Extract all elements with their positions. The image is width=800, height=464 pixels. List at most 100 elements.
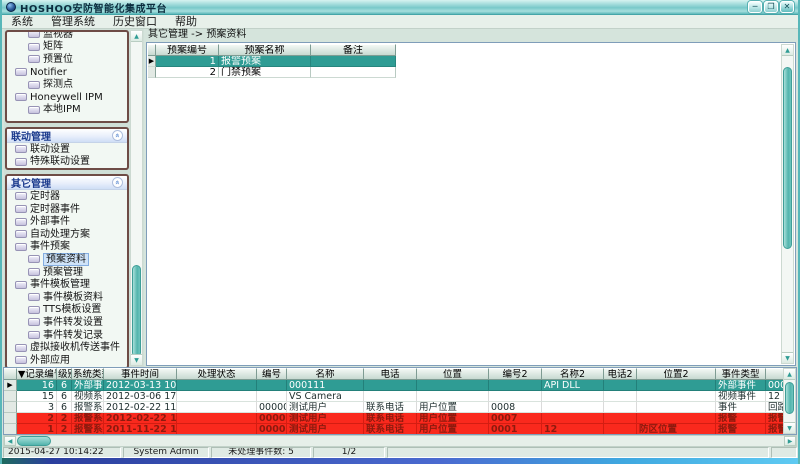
event-row[interactable]: 12报警系统2011-11-22 18:00:2700000003测试用户联系电… xyxy=(4,424,796,435)
scrollbar-thumb[interactable] xyxy=(783,67,792,249)
menu-item-帮助[interactable]: 帮助 xyxy=(166,15,206,29)
sidebar-item-label: 虚拟接收机传送事件 xyxy=(30,342,120,353)
table-cell: 6 xyxy=(57,402,72,413)
scroll-down-icon[interactable]: ▼ xyxy=(782,352,793,363)
column-header[interactable]: 位置 xyxy=(417,368,489,380)
menu-item-历史窗口[interactable]: 历史窗口 xyxy=(104,15,166,29)
column-header[interactable]: 系统类型 xyxy=(72,368,104,380)
folder-icon xyxy=(28,318,40,326)
scroll-left-icon[interactable]: ◀ xyxy=(4,436,16,446)
sidebar-item[interactable]: 外部事件 xyxy=(7,215,127,228)
column-header[interactable]: 级别 xyxy=(57,368,72,380)
column-header[interactable]: 预案名称 xyxy=(219,44,311,56)
app-icon[interactable] xyxy=(6,2,16,12)
scrollbar-thumb[interactable] xyxy=(785,382,794,414)
sidebar-item-label: Honeywell IPM xyxy=(30,92,103,103)
scrollbar-thumb[interactable] xyxy=(17,436,51,446)
sidebar-item[interactable]: TTS模板设置 xyxy=(7,304,127,317)
sidebar-item[interactable]: 定时器 xyxy=(7,190,127,203)
sidebar-item[interactable]: 事件预案 xyxy=(7,241,127,254)
close-button[interactable]: ✕ xyxy=(780,1,794,13)
sidebar-item-label: 自动处理方案 xyxy=(30,229,90,240)
event-row[interactable]: 22报警系统2012-02-22 11:26:0200000002测试用户联系电… xyxy=(4,413,796,424)
sidebar-item[interactable]: 事件模板管理 xyxy=(7,278,127,291)
minimize-button[interactable]: ─ xyxy=(748,1,762,13)
event-grid: ▼记录编号级别系统类型事件时间处理状态编号名称电话位置编号2名称2电话2位置2事… xyxy=(3,367,797,435)
main-scrollbar[interactable]: ▲ ▼ xyxy=(781,44,794,364)
column-header[interactable]: 事件时间 xyxy=(104,368,177,380)
folder-icon xyxy=(15,218,27,226)
plan-table-row[interactable]: ▶1报警预案 xyxy=(148,56,396,67)
column-header[interactable]: 名称2 xyxy=(542,368,604,380)
horizontal-scrollbar[interactable]: ◀ ▶ xyxy=(3,435,797,447)
column-header[interactable]: ▼记录编号 xyxy=(17,368,57,380)
menu-item-管理系统[interactable]: 管理系统 xyxy=(42,15,104,29)
status-spacer xyxy=(387,447,769,458)
sidebar-item[interactable]: 联动设置 xyxy=(7,143,127,156)
scroll-up-icon[interactable]: ▲ xyxy=(131,31,142,42)
collapse-icon[interactable]: « xyxy=(112,130,123,141)
table-cell xyxy=(637,402,716,413)
table-cell xyxy=(542,413,604,424)
folder-icon xyxy=(28,43,40,51)
sidebar-scrollbar[interactable]: ▲ ▼ xyxy=(130,30,143,366)
scroll-up-icon[interactable]: ▲ xyxy=(784,369,795,380)
scroll-up-icon[interactable]: ▲ xyxy=(782,45,793,56)
column-header[interactable]: 编号 xyxy=(257,368,287,380)
sidebar-item[interactable]: 探测点 xyxy=(7,78,127,91)
sidebar-item[interactable]: 预案资料 xyxy=(7,253,127,266)
table-cell: 2012-02-22 11:26:02 xyxy=(104,402,177,413)
table-cell xyxy=(637,413,716,424)
column-header[interactable]: 电话2 xyxy=(604,368,637,380)
sidebar-item[interactable]: 特殊联动设置 xyxy=(7,156,127,169)
sidebar-item[interactable]: 本地IPM xyxy=(7,104,127,117)
event-row[interactable]: 36报警系统2012-02-22 11:26:0200000002测试用户联系电… xyxy=(4,402,796,413)
column-header[interactable]: 名称 xyxy=(287,368,364,380)
sidebar-item[interactable]: 预置位 xyxy=(7,53,127,66)
folder-icon xyxy=(15,243,27,251)
column-header[interactable]: 事件类型 xyxy=(716,368,766,380)
column-header[interactable]: 电话 xyxy=(364,368,417,380)
sidebar-item[interactable]: 矩阵 xyxy=(7,41,127,54)
table-cell: 报警系统 xyxy=(72,402,104,413)
sidebar-item[interactable]: 事件转发记录 xyxy=(7,329,127,342)
row-indicator xyxy=(4,424,17,435)
sidebar-item[interactable]: 虚拟接收机传送事件 xyxy=(7,341,127,354)
column-header[interactable]: 备注 xyxy=(311,44,396,56)
menu-item-系统[interactable]: 系统 xyxy=(2,15,42,29)
sidebar-item[interactable]: 外部应用 xyxy=(7,354,127,367)
maximize-button[interactable]: ❐ xyxy=(764,1,778,13)
event-row[interactable]: 156视频系统2012-03-06 17:26:34VS Camera视频事件1… xyxy=(4,391,796,402)
sidebar-item-label: 事件转发记录 xyxy=(43,330,103,341)
column-header[interactable]: 处理状态 xyxy=(177,368,257,380)
scrollbar-thumb[interactable] xyxy=(132,265,141,357)
table-cell: 2 xyxy=(57,413,72,424)
row-indicator-header xyxy=(4,368,17,380)
table-cell: 3 xyxy=(17,402,57,413)
sidebar-item[interactable]: Notifier xyxy=(7,66,127,79)
sidebar-item-label: 外部事件 xyxy=(30,216,70,227)
sidebar-item[interactable]: 事件模板资料 xyxy=(7,291,127,304)
sidebar-item[interactable]: 预案管理 xyxy=(7,266,127,279)
sidebar-item[interactable]: 监视器 xyxy=(7,30,127,41)
scroll-down-icon[interactable]: ▼ xyxy=(131,354,142,365)
column-header[interactable]: 编号2 xyxy=(489,368,542,380)
event-row[interactable]: ▶166外部事件2012-03-13 10:38:04000111API DLL… xyxy=(4,380,796,391)
column-header[interactable]: 预案编号 xyxy=(156,44,219,56)
sidebar-item[interactable]: 自动处理方案 xyxy=(7,228,127,241)
other-mgmt-panel-header[interactable]: 其它管理 « xyxy=(7,176,127,190)
table-cell xyxy=(604,402,637,413)
table-cell xyxy=(364,391,417,402)
column-header[interactable]: 位置2 xyxy=(637,368,716,380)
plan-table-row[interactable]: 2门禁预案 xyxy=(148,67,396,78)
collapse-icon[interactable]: « xyxy=(112,177,123,188)
scroll-down-icon[interactable]: ▼ xyxy=(784,422,795,433)
linkage-panel-header[interactable]: 联动管理 « xyxy=(7,129,127,143)
sidebar-item[interactable]: 定时器事件 xyxy=(7,203,127,216)
sidebar-item[interactable]: Honeywell IPM xyxy=(7,91,127,104)
scroll-right-icon[interactable]: ▶ xyxy=(784,436,796,446)
event-grid-scrollbar[interactable]: ▲ ▼ xyxy=(783,368,796,434)
menu-bar: 系统管理系统历史窗口帮助 xyxy=(2,15,798,29)
sidebar-item[interactable]: 事件转发设置 xyxy=(7,316,127,329)
table-cell xyxy=(364,380,417,391)
